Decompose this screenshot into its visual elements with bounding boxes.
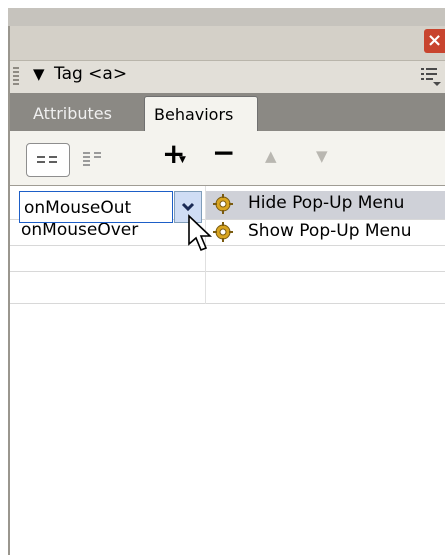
move-down-button[interactable]: ▼ (316, 147, 328, 165)
show-set-events-icon (37, 156, 57, 163)
show-set-events-button[interactable] (26, 143, 70, 177)
tab-behaviors-label: Behaviors (154, 105, 234, 124)
behaviors-panel-window: × ▼ Tag <a> Attributes Behaviors + ▼ − ▲… (0, 0, 445, 555)
event-dropdown-input[interactable]: onMouseOut (19, 191, 173, 223)
action-cell-hide-popup[interactable]: Hide Pop-Up Menu (248, 193, 404, 213)
row-divider (9, 271, 445, 272)
show-all-events-icon (83, 152, 101, 166)
panel-options-icon[interactable] (419, 65, 441, 87)
collapse-arrow-icon[interactable]: ▼ (33, 65, 45, 83)
move-up-button[interactable]: ▲ (265, 147, 277, 165)
gear-icon (213, 194, 233, 214)
window-left-border (8, 26, 10, 555)
panel-title: Tag <a> (54, 64, 128, 84)
action-cell-show-popup[interactable]: Show Pop-Up Menu (248, 221, 412, 241)
title-bar (9, 26, 445, 60)
panel-grip-icon[interactable] (13, 67, 19, 85)
remove-behavior-button[interactable]: − (212, 136, 235, 169)
add-menu-arrow-icon: ▼ (179, 155, 186, 165)
event-cell-onmouseover[interactable]: onMouseOver (21, 220, 138, 240)
row-divider (9, 303, 445, 304)
gear-icon (213, 222, 233, 242)
tab-behaviors[interactable]: Behaviors (144, 96, 258, 132)
close-button[interactable]: × (424, 29, 445, 53)
tab-attributes[interactable]: Attributes (33, 104, 112, 123)
show-all-events-button[interactable] (73, 143, 115, 175)
row-divider (9, 245, 445, 246)
mouse-pointer-icon (188, 214, 212, 252)
add-behavior-button[interactable]: + (162, 137, 185, 170)
